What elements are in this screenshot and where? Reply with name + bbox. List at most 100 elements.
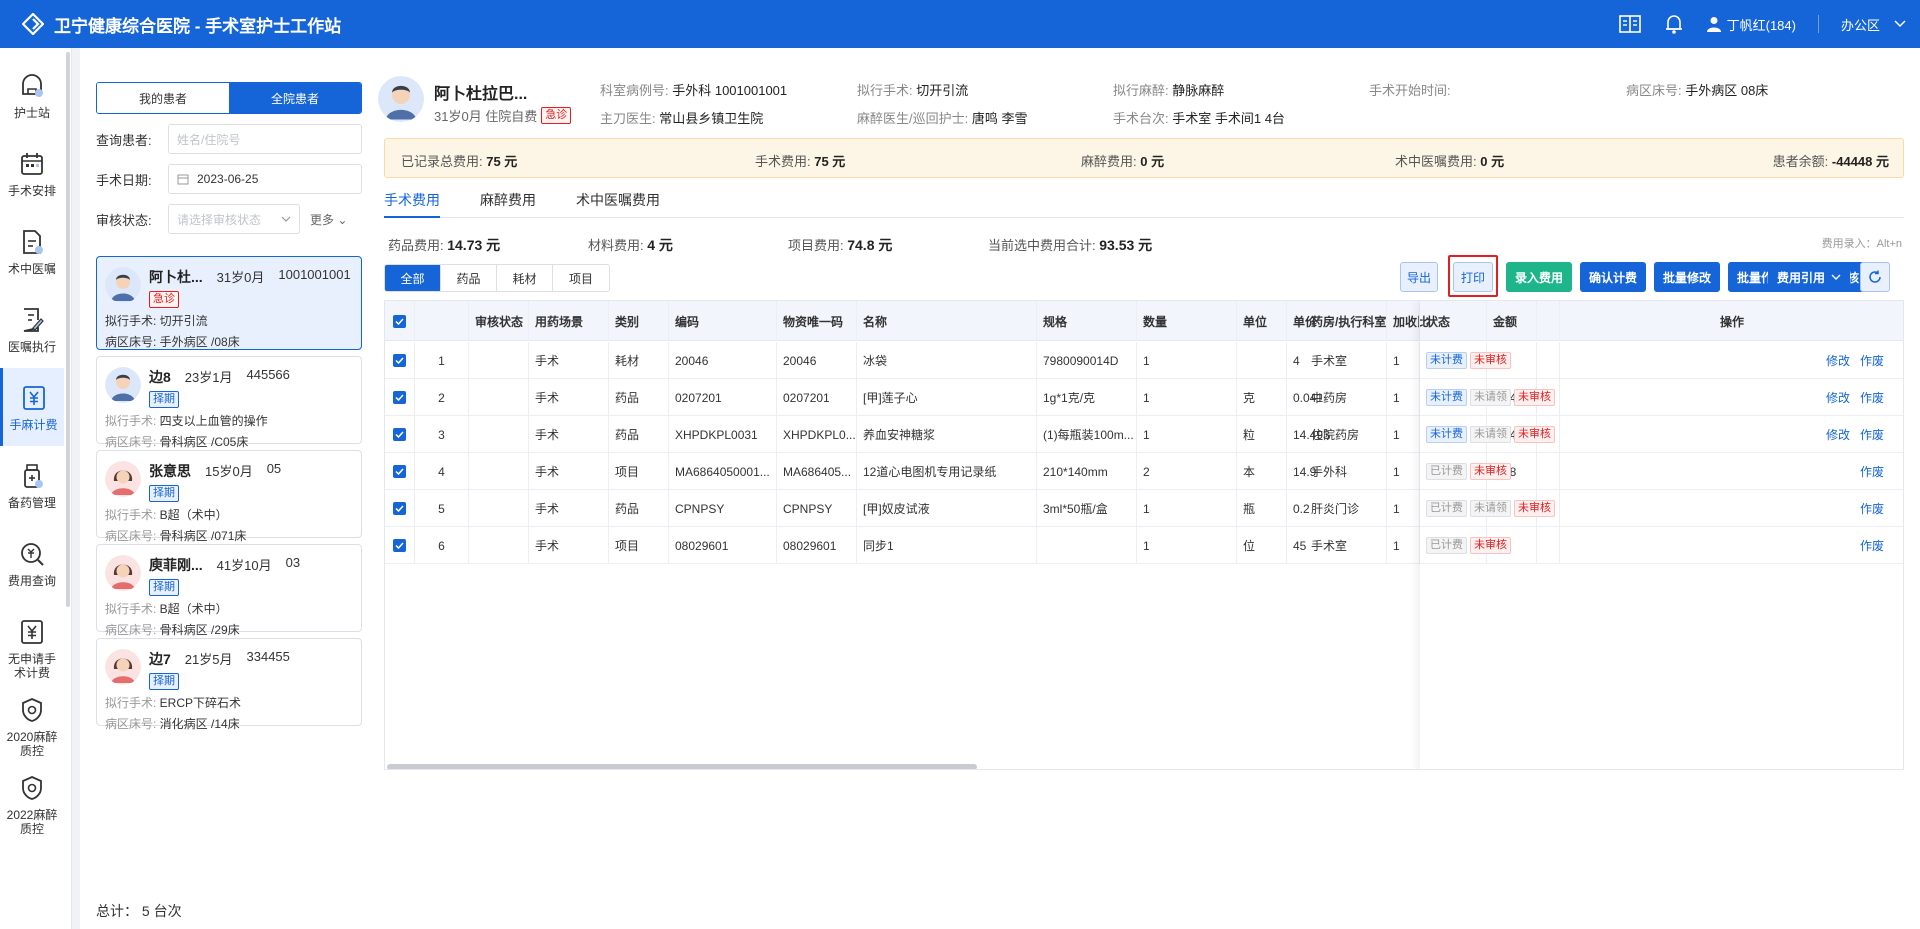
cell-pharmacy-dept: 手外科 bbox=[1305, 453, 1420, 490]
table-row[interactable]: 2 手术 药品 0207201 0207201 [甲]莲子心 1g*1克/克 1 克 0.041 1… bbox=[385, 379, 1903, 416]
nav-item-medicine-prep[interactable]: 备药管理 bbox=[0, 446, 64, 524]
row-checkbox[interactable] bbox=[393, 391, 406, 404]
patient-balance: 患者余额: -44448 元 bbox=[1772, 154, 1889, 169]
nav-item-order-execution[interactable]: 医嘱执行 bbox=[0, 290, 64, 368]
modify-link[interactable]: 修改 bbox=[1826, 389, 1850, 406]
void-link[interactable]: 作废 bbox=[1860, 352, 1884, 369]
tab-anesthesia-fee[interactable]: 麻醉费用 bbox=[480, 190, 536, 218]
cell-operations[interactable]: 修改 作废 bbox=[1560, 342, 1903, 379]
filter-drug[interactable]: 药品 bbox=[441, 265, 497, 291]
patient-name: 庾菲刚... bbox=[149, 557, 203, 573]
horizontal-scrollbar[interactable] bbox=[387, 764, 977, 769]
anesthesia-fee: 麻醉费用: 0 元 bbox=[1081, 154, 1165, 169]
void-link[interactable]: 作废 bbox=[1860, 389, 1884, 406]
bell-icon[interactable] bbox=[1663, 13, 1685, 35]
status-tag: 已计费 bbox=[1426, 463, 1467, 480]
fee-reference-button[interactable]: 费用引用 bbox=[1768, 262, 1850, 292]
cell-select[interactable] bbox=[385, 453, 415, 490]
surgery-date-input[interactable]: 2023-06-25 bbox=[168, 164, 362, 194]
surgery-value: B超（术中） bbox=[159, 508, 228, 522]
cell-operations[interactable]: 作废 bbox=[1560, 453, 1903, 490]
batch-modify-button[interactable]: 批量修改 bbox=[1654, 262, 1720, 292]
filter-item[interactable]: 项目 bbox=[553, 265, 609, 291]
void-link[interactable]: 作废 bbox=[1860, 500, 1884, 517]
row-checkbox[interactable] bbox=[393, 539, 406, 552]
date-label: 手术日期: bbox=[96, 172, 152, 188]
cell-row-no: 1 bbox=[415, 342, 469, 379]
nav-item-intraop-orders[interactable]: 术中医嘱 bbox=[0, 212, 64, 290]
tab-my-patients[interactable]: 我的患者 bbox=[97, 83, 229, 113]
chevron-down-icon[interactable] bbox=[1894, 20, 1906, 28]
row-checkbox[interactable] bbox=[393, 502, 406, 515]
tab-all-patients[interactable]: 全院患者 bbox=[229, 83, 361, 113]
tab-surgery-fee[interactable]: 手术费用 bbox=[384, 190, 440, 218]
cell-operations[interactable]: 作废 bbox=[1560, 490, 1903, 527]
book-icon[interactable] bbox=[1618, 13, 1641, 35]
filter-all[interactable]: 全部 bbox=[385, 265, 441, 291]
filter-consumable[interactable]: 耗材 bbox=[497, 265, 553, 291]
tab-intraop-order-fee[interactable]: 术中医嘱费用 bbox=[576, 190, 660, 218]
patient-card[interactable]: 边7 21岁5月 334455 择期 拟行手术: ERCP下碎石术 病区床号: 消化… bbox=[96, 638, 362, 731]
ward-value: 骨科病区 /C05床 bbox=[159, 435, 249, 449]
cell-quantity: 1 bbox=[1137, 342, 1237, 379]
anesthetist-nurse: 麻醉医生/巡回护士: 唐鸣 李雪 bbox=[857, 111, 1028, 126]
cell-pharmacy-dept: 中药房 bbox=[1305, 379, 1420, 416]
select-all-checkbox[interactable] bbox=[393, 314, 406, 328]
cell-select[interactable] bbox=[385, 490, 415, 527]
void-link[interactable]: 作废 bbox=[1860, 537, 1884, 554]
patient-card[interactable]: 边8 23岁1月 445566 择期 拟行手术: 四支以上血管的操作 病区床号: 骨… bbox=[96, 356, 362, 449]
column-header-category: 类别 bbox=[609, 301, 669, 341]
nav-item-2020-anesthesia-qc[interactable]: 2020麻醉质控 bbox=[0, 680, 64, 758]
fee-reference-label: 费用引用 bbox=[1776, 270, 1825, 285]
cell-operations[interactable]: 修改 作废 bbox=[1560, 379, 1903, 416]
review-status-select[interactable]: 请选择审核状态 bbox=[168, 204, 300, 234]
surgery-key: 拟行手术: bbox=[105, 414, 160, 428]
row-checkbox[interactable] bbox=[393, 354, 406, 367]
patient-name: 阿卜杜... bbox=[149, 269, 203, 285]
modify-link[interactable]: 修改 bbox=[1826, 352, 1850, 369]
export-button[interactable]: 导出 bbox=[1400, 262, 1438, 292]
more-filters-link[interactable]: 更多 ⌄ bbox=[310, 211, 347, 228]
nav-scrollbar[interactable] bbox=[66, 52, 70, 607]
confirm-fee-button[interactable]: 确认计费 bbox=[1580, 262, 1646, 292]
patient-surgery: 拟行手术: ERCP下碎石术 bbox=[105, 694, 353, 711]
table-row[interactable]: 1手术耗材2004620046冰袋7980090014D1414手术室未计费未审… bbox=[385, 342, 1903, 379]
nav-item-2022-anesthesia-qc[interactable]: 2022麻醉质控 bbox=[0, 758, 64, 836]
nav-item-no-application-billing[interactable]: 无申请手术计费 bbox=[0, 602, 64, 680]
cell-category: 项目 bbox=[609, 453, 669, 490]
cell-select[interactable] bbox=[385, 342, 415, 379]
cell-operations[interactable]: 修改 作废 bbox=[1560, 416, 1903, 453]
void-link[interactable]: 作废 bbox=[1860, 463, 1884, 480]
nav-item-nurse-station[interactable]: 护士站 bbox=[0, 56, 64, 134]
office-selector[interactable]: 办公区 bbox=[1841, 15, 1880, 34]
cell-status: 已计费 未审核 bbox=[1420, 453, 1560, 490]
table-row[interactable]: 5手术药品CPNPSYCPNPSY[甲]奴皮试液3ml*50瓶/盒1瓶0.210… bbox=[385, 490, 1903, 527]
refresh-button[interactable] bbox=[1860, 262, 1890, 292]
cell-select[interactable] bbox=[385, 527, 415, 564]
patient-search-input[interactable]: 姓名/住院号 bbox=[168, 124, 362, 154]
table-row[interactable]: 4 手术 项目 MA6864050001... MA686405... 12道心电图机专用… bbox=[385, 453, 1903, 490]
status-tag: 未审核 bbox=[1514, 500, 1555, 517]
cell-material-uid: CPNPSY bbox=[777, 490, 857, 527]
nav-item-fee-query[interactable]: 费用查询 bbox=[0, 524, 64, 602]
column-header-select[interactable] bbox=[385, 301, 415, 341]
cell-select[interactable] bbox=[385, 379, 415, 416]
user-name: 丁帆红(184) bbox=[1726, 17, 1796, 33]
cell-operations[interactable]: 作废 bbox=[1560, 527, 1903, 564]
patient-card[interactable]: 张意思 15岁0月 05 择期 拟行手术: B超（术中） 病区床号: 骨科病区 /0… bbox=[96, 450, 362, 543]
table-row[interactable]: 3 手术 药品 XHPDKPL0031 XHPDKPL0... 养血安神糖浆 (1)每瓶装1… bbox=[385, 416, 1903, 453]
cell-select[interactable] bbox=[385, 416, 415, 453]
male-avatar bbox=[105, 267, 141, 303]
nav-item-surgery-schedule[interactable]: 手术安排 bbox=[0, 134, 64, 212]
row-checkbox[interactable] bbox=[393, 465, 406, 478]
table-row[interactable]: 6手术项目0802960108029601同步11位45145手术室已计费未审核… bbox=[385, 527, 1903, 564]
user-menu[interactable]: 丁帆红(184) bbox=[1706, 15, 1796, 34]
void-link[interactable]: 作废 bbox=[1860, 426, 1884, 443]
patient-card[interactable]: 阿卜杜... 31岁0月 1001001001 急诊 拟行手术: 切开引流 病区床号… bbox=[96, 256, 362, 350]
row-checkbox[interactable] bbox=[393, 428, 406, 441]
enter-fee-button[interactable]: 录入费用 bbox=[1506, 262, 1572, 292]
patient-card[interactable]: 庾菲刚... 41岁10月 03 择期 拟行手术: B超（术中） 病区床号: 骨科病… bbox=[96, 544, 362, 637]
nav-item-anesthesia-billing[interactable]: 手麻计费 bbox=[0, 368, 64, 446]
material-cost: 材料费用: 4 元 bbox=[588, 237, 673, 253]
modify-link[interactable]: 修改 bbox=[1826, 426, 1850, 443]
